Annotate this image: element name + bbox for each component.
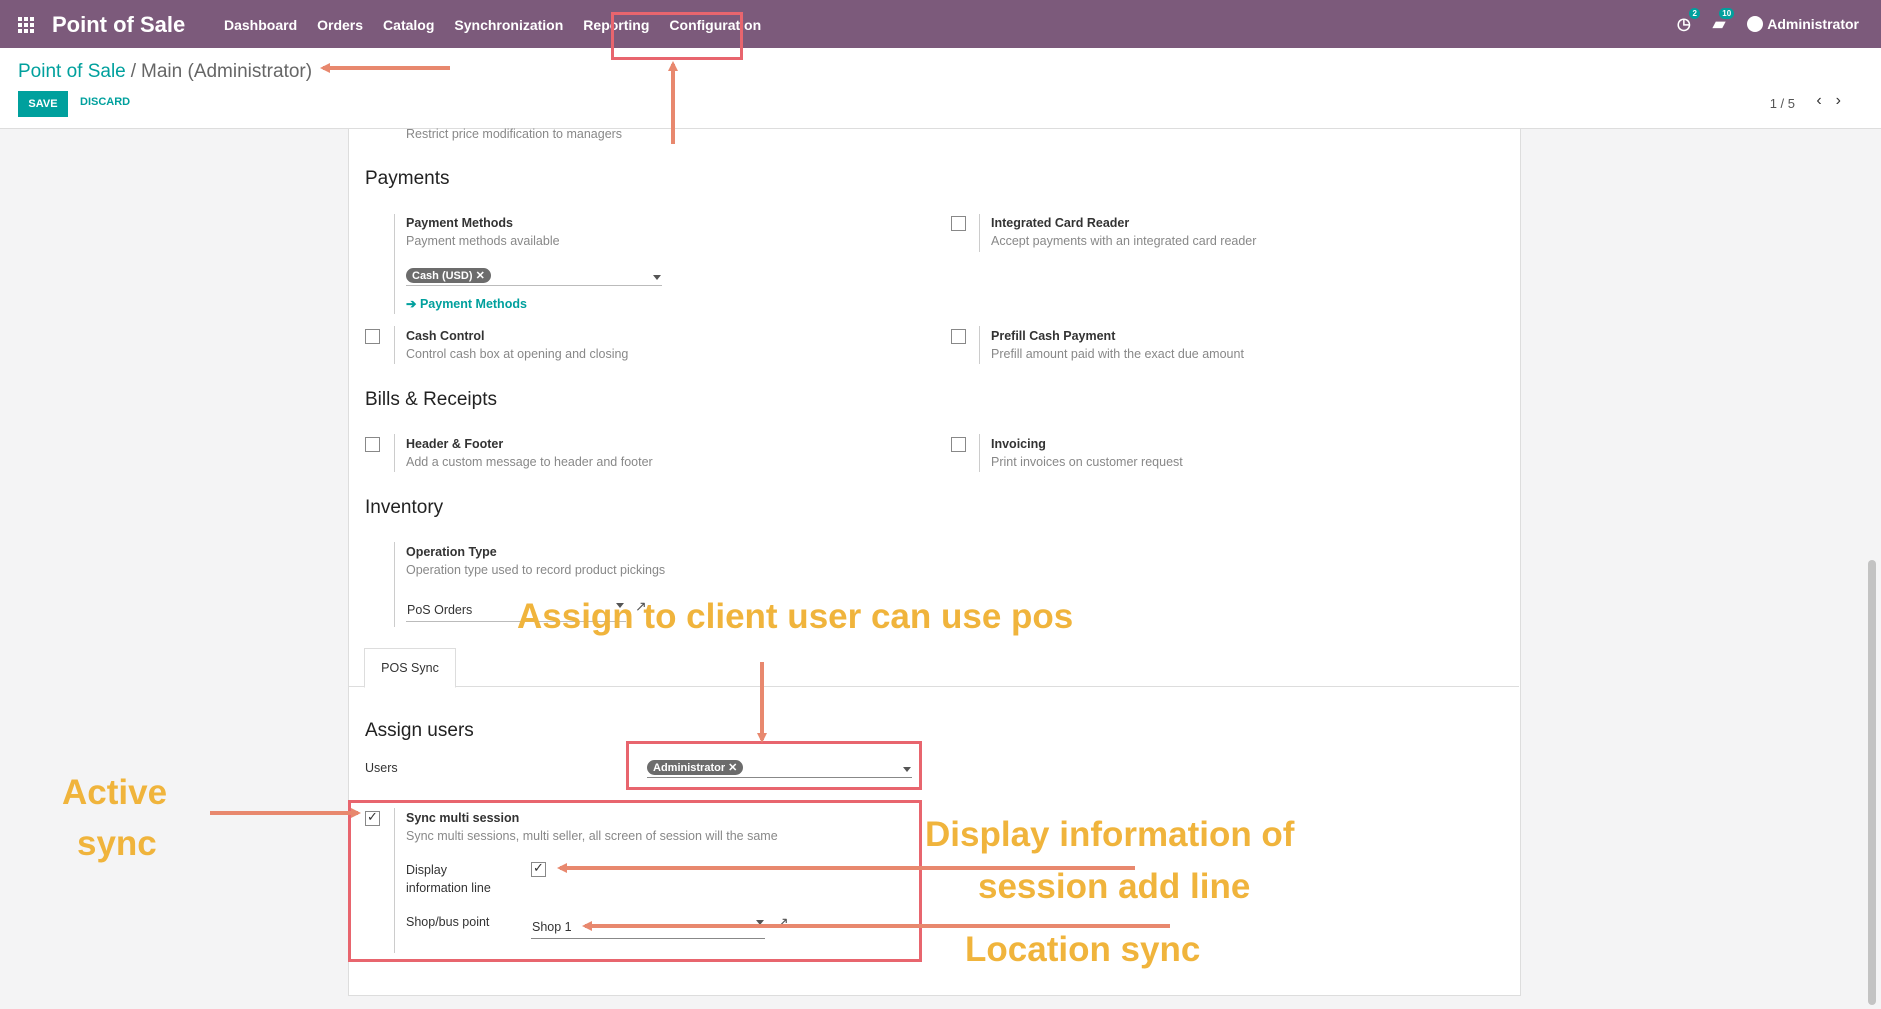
annotation-active-sync-line2: sync bbox=[77, 824, 157, 863]
annotation-display-info-line2: session add line bbox=[978, 867, 1251, 906]
annotation-assign-users: Assign to client user can use pos bbox=[517, 597, 1074, 636]
annotation-active-sync-line1: Active bbox=[62, 773, 168, 812]
annotation-display-info-line1: Display information of bbox=[925, 815, 1295, 854]
annotation-location-sync: Location sync bbox=[965, 930, 1201, 969]
annotation-arrows bbox=[210, 61, 1170, 931]
